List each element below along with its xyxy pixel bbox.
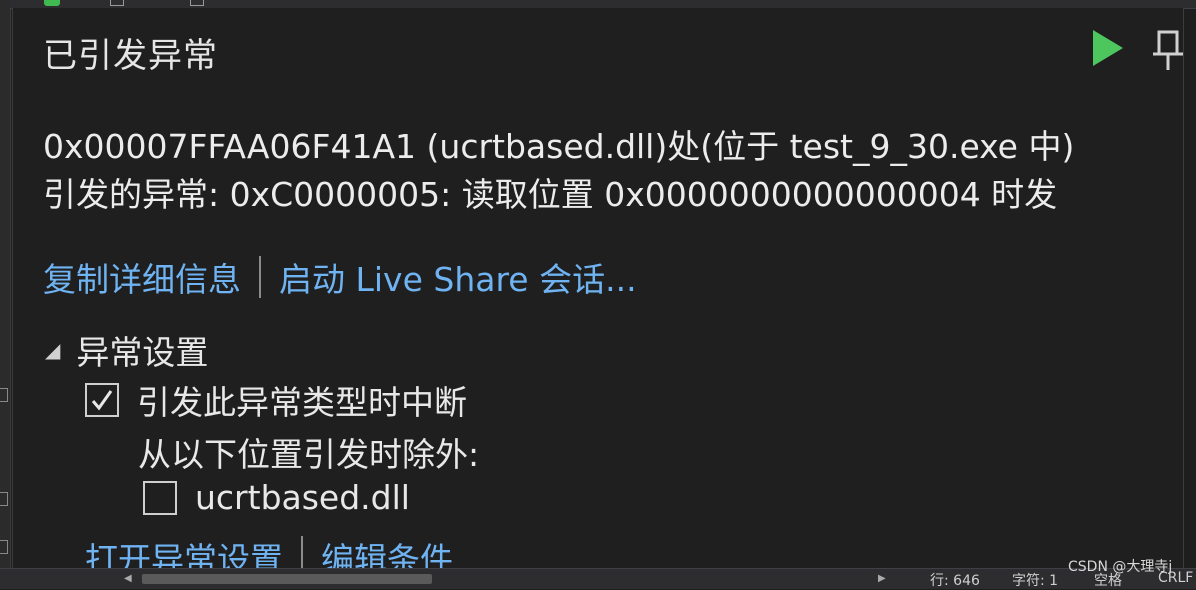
- line-indicator[interactable]: 行: 646: [930, 570, 980, 590]
- module-checkbox[interactable]: [143, 480, 177, 515]
- break-when-thrown-label: 引发此异常类型时中断: [137, 383, 467, 422]
- toolbar-icon[interactable]: [190, 0, 204, 6]
- action-links: 复制详细信息 启动 Live Share 会话...: [43, 253, 637, 301]
- collapse-marker[interactable]: [0, 492, 8, 506]
- break-when-thrown-checkbox[interactable]: [85, 383, 119, 417]
- exception-settings-label: 异常设置: [76, 333, 209, 372]
- horizontal-scrollbar-thumb[interactable]: [142, 574, 432, 584]
- module-label: ucrtbased.dll: [195, 478, 410, 517]
- run-indicator-icon: [44, 0, 60, 6]
- copy-details-link[interactable]: 复制详细信息: [43, 253, 241, 301]
- play-icon: [1093, 30, 1123, 66]
- exception-title: 已引发异常: [43, 36, 218, 76]
- break-when-thrown-row: 引发此异常类型时中断: [85, 376, 467, 424]
- scroll-right-icon[interactable]: ▶: [878, 573, 886, 584]
- start-live-share-link[interactable]: 启动 Live Share 会话...: [279, 253, 637, 301]
- collapse-marker[interactable]: [0, 388, 8, 402]
- scroll-left-icon[interactable]: ◀: [124, 573, 132, 584]
- char-indicator[interactable]: 字符: 1: [1012, 570, 1058, 590]
- exception-settings-header: ◢ 异常设置: [45, 326, 208, 374]
- watermark: CSDN @大理寺j: [1068, 559, 1173, 575]
- pin-button[interactable]: [1151, 26, 1187, 72]
- editor-gutter: [0, 0, 11, 588]
- continue-button[interactable]: [1091, 28, 1125, 68]
- except-when-thrown-from-label: 从以下位置引发时除外:: [138, 435, 480, 474]
- link-separator: [259, 256, 261, 298]
- exception-message-line2: 引发的异常: 0xC0000005: 读取位置 0x00000000000000…: [43, 175, 1058, 214]
- collapse-marker[interactable]: [0, 540, 8, 554]
- module-exception-row: ucrtbased.dll: [143, 478, 410, 517]
- status-bar: ◀ ▶ 行: 646 字符: 1 空格 CRLF: [0, 568, 1196, 589]
- toolbar-icon[interactable]: [110, 0, 124, 6]
- pin-icon: [1153, 30, 1183, 70]
- collapse-triangle-icon[interactable]: ◢: [45, 338, 60, 362]
- checkmark-icon: [91, 390, 113, 411]
- exception-helper-popup: 已引发异常 0x00007FFAA06F41A1 (ucrtbased.dll)…: [12, 8, 1187, 579]
- exception-message-line1: 0x00007FFAA06F41A1 (ucrtbased.dll)处(位于 t…: [43, 127, 1075, 166]
